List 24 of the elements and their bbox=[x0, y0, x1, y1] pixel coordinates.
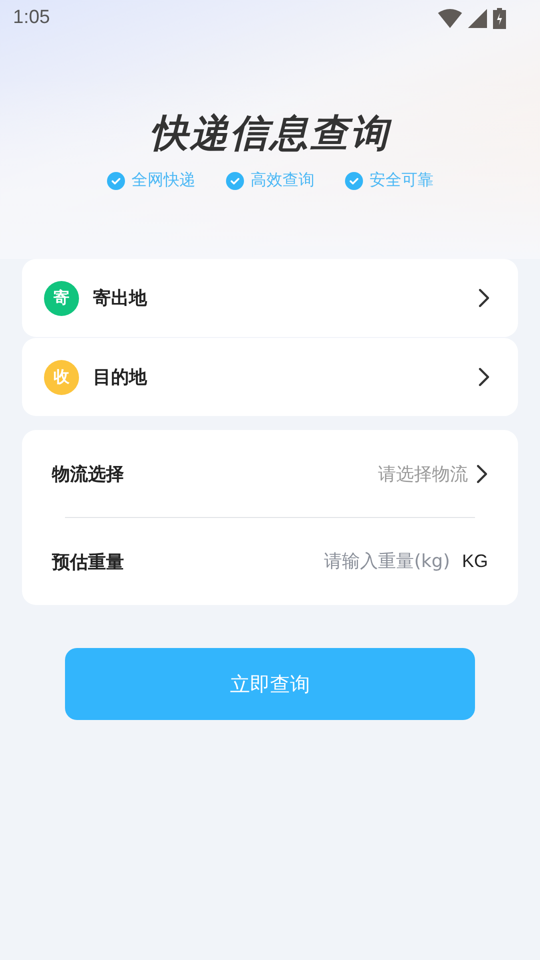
check-icon bbox=[226, 172, 244, 190]
location-label: 寄出地 bbox=[93, 287, 148, 310]
chevron-right-icon bbox=[478, 367, 490, 387]
status-time: 1:05 bbox=[13, 7, 50, 29]
location-picker[interactable]: 寄 寄出地 bbox=[22, 259, 518, 337]
location-badge: 收 bbox=[44, 360, 79, 394]
check-icon bbox=[344, 172, 362, 190]
field-label: 预估重量 bbox=[52, 550, 124, 574]
battery-icon bbox=[493, 8, 506, 28]
unit-label: KG bbox=[462, 551, 488, 572]
weight-input[interactable]: 请输入重量(kg) bbox=[310, 551, 450, 572]
location-picker[interactable]: 收 目的地 bbox=[22, 338, 518, 416]
check-icon bbox=[106, 172, 124, 190]
feature-label: 安全可靠 bbox=[370, 170, 434, 191]
field-label: 物流选择 bbox=[52, 462, 124, 486]
wifi-icon bbox=[438, 8, 462, 28]
page-title: 快递信息查询 bbox=[149, 110, 393, 157]
feature-label: 全网快递 bbox=[132, 170, 196, 191]
chevron-right-icon bbox=[478, 288, 490, 308]
location-label: 目的地 bbox=[93, 366, 148, 389]
signal-icon bbox=[468, 8, 487, 28]
feature-label: 高效查询 bbox=[250, 170, 314, 191]
chevron-right-icon bbox=[476, 464, 488, 484]
location-badge: 寄 bbox=[44, 280, 79, 316]
